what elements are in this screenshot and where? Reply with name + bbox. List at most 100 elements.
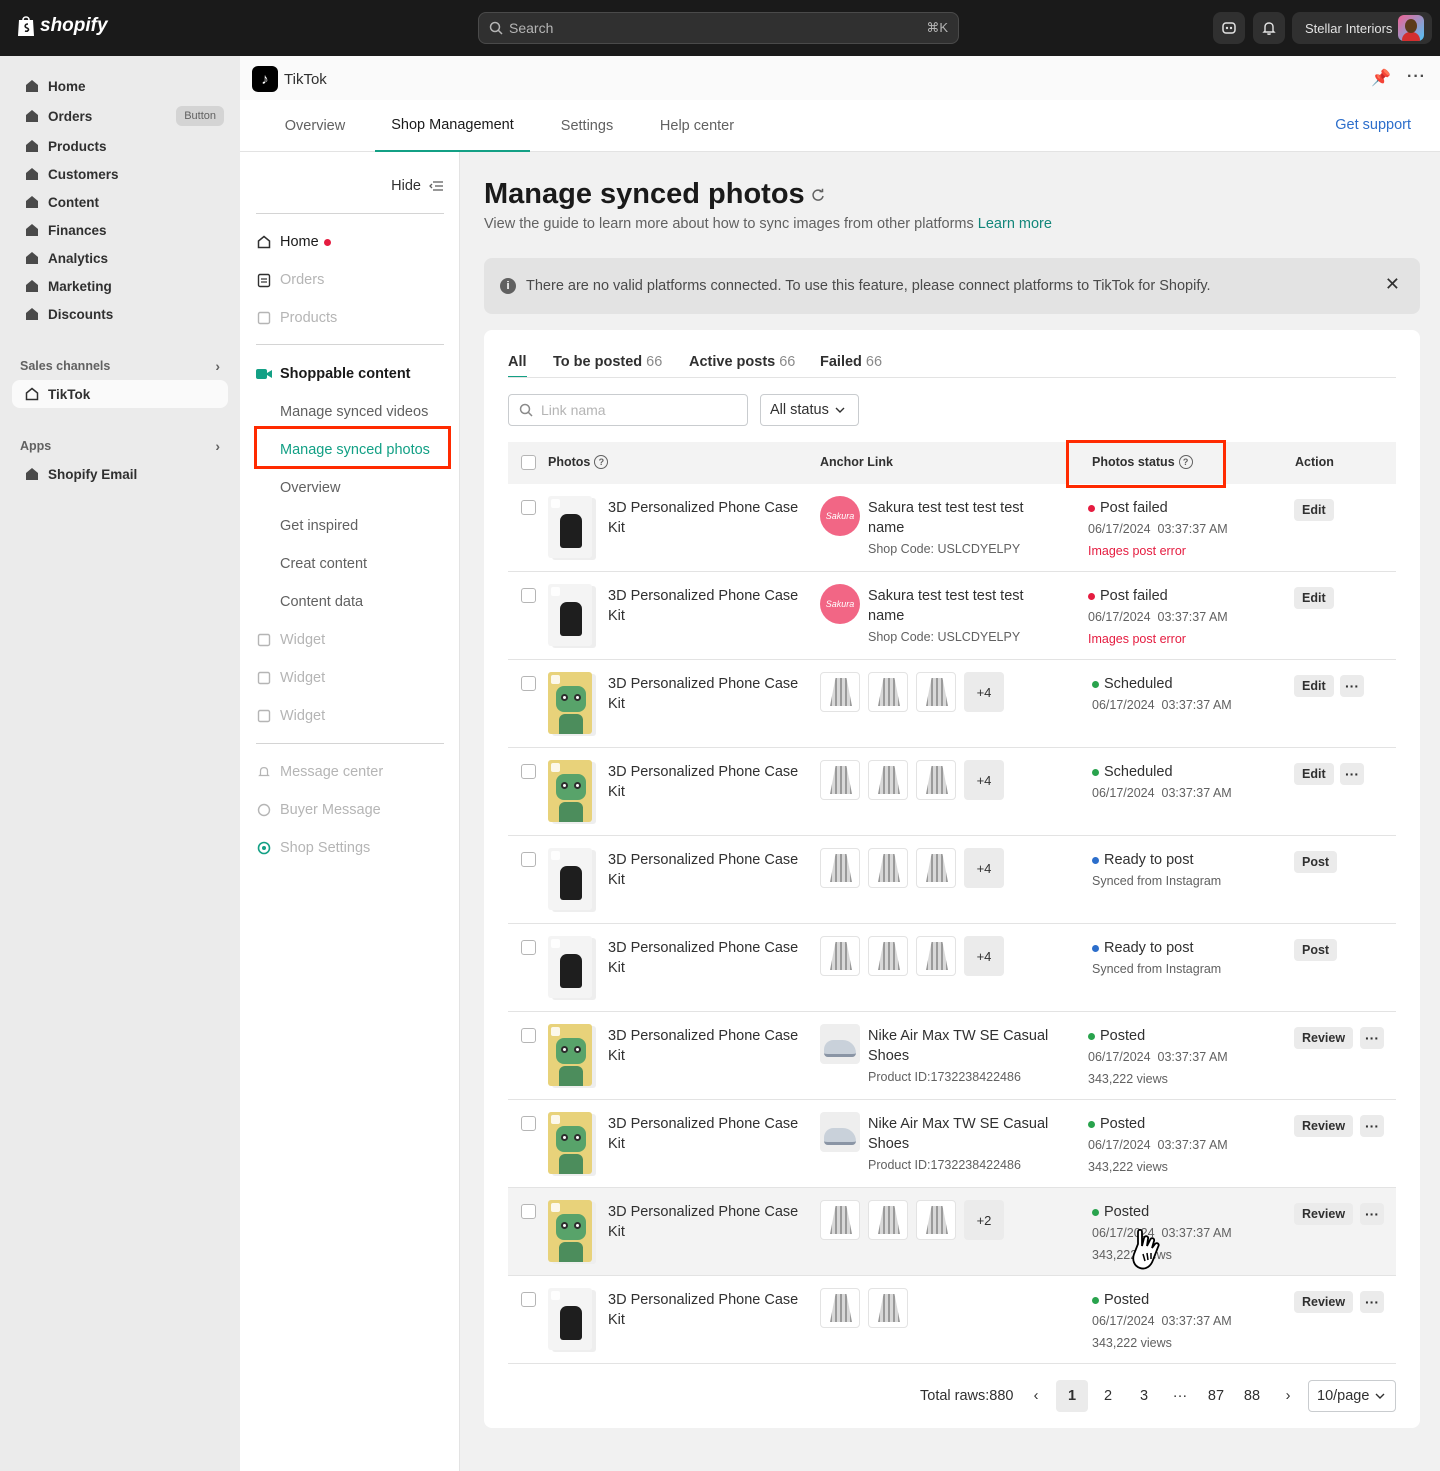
subnav-get-inspired[interactable]: Get inspired: [280, 513, 470, 539]
subnav-orders[interactable]: Orders: [256, 267, 446, 293]
row-checkbox[interactable]: [521, 940, 536, 955]
subnav-buyer-message[interactable]: Buyer Message: [256, 797, 446, 823]
anchor-image[interactable]: [820, 672, 860, 712]
pin-icon[interactable]: 📌: [1371, 68, 1391, 88]
photo-thumbnail[interactable]: [548, 1112, 596, 1176]
get-support-link[interactable]: Get support: [1335, 117, 1411, 133]
more-images-count[interactable]: +4: [964, 848, 1004, 888]
more-actions-icon[interactable]: ···: [1340, 675, 1364, 697]
tab-overview[interactable]: Overview: [269, 100, 361, 152]
anchor-image[interactable]: [916, 672, 956, 712]
thumbnail-checkbox[interactable]: [551, 587, 560, 596]
filter-tab-all[interactable]: All: [508, 354, 527, 378]
anchor-image[interactable]: [916, 848, 956, 888]
sidebar-item-products[interactable]: Products: [12, 132, 228, 160]
post-button[interactable]: Post: [1294, 939, 1338, 961]
edit-button[interactable]: Edit: [1294, 763, 1334, 785]
more-images-count[interactable]: +4: [964, 936, 1004, 976]
table-row[interactable]: 3D Personalized Phone Case Kit Posted 06/1…: [508, 1276, 1396, 1364]
filter-tab-to-be-posted[interactable]: To be posted 66: [553, 354, 662, 370]
tab-settings[interactable]: Settings: [544, 100, 630, 152]
page-88[interactable]: 88: [1236, 1380, 1268, 1412]
close-icon[interactable]: ✕: [1385, 274, 1400, 295]
anchor-image[interactable]: [916, 936, 956, 976]
more-images-count[interactable]: +4: [964, 672, 1004, 712]
more-horizontal-icon[interactable]: ···: [1407, 68, 1426, 88]
subnav-widget[interactable]: Widget: [256, 703, 446, 729]
anchor-image[interactable]: [820, 936, 860, 976]
subnav-shop-settings[interactable]: Shop Settings: [256, 835, 446, 861]
thumbnail-checkbox[interactable]: [551, 675, 560, 684]
thumbnail-checkbox[interactable]: [551, 1027, 560, 1036]
table-row[interactable]: 3D Personalized Phone Case Kit +4 Ready to…: [508, 924, 1396, 1012]
subnav-create-content[interactable]: Creat content: [280, 551, 470, 577]
post-button[interactable]: Post: [1294, 851, 1338, 873]
edit-button[interactable]: Edit: [1294, 499, 1334, 521]
anchor-image[interactable]: [868, 936, 908, 976]
anchor-image[interactable]: [868, 1288, 908, 1328]
status-select[interactable]: All status: [760, 394, 859, 426]
anchor-name[interactable]: Sakura test test test test name: [868, 498, 1058, 538]
subnav-home[interactable]: Home: [256, 229, 446, 255]
thumbnail-checkbox[interactable]: [551, 1291, 560, 1300]
row-checkbox[interactable]: [521, 676, 536, 691]
subnav-manage-synced-videos[interactable]: Manage synced videos: [280, 399, 470, 425]
more-actions-icon[interactable]: ···: [1340, 763, 1364, 785]
sidebar-item-content[interactable]: Content: [12, 188, 228, 216]
sidebar-item-customers[interactable]: Customers: [12, 160, 228, 188]
anchor-image[interactable]: [868, 760, 908, 800]
review-button[interactable]: Review: [1294, 1291, 1354, 1313]
photo-thumbnail[interactable]: [548, 584, 596, 648]
learn-more-link[interactable]: Learn more: [978, 216, 1052, 232]
more-actions-icon[interactable]: ···: [1360, 1115, 1384, 1137]
subnav-message-center[interactable]: Message center: [256, 759, 446, 785]
more-actions-icon[interactable]: ···: [1360, 1027, 1384, 1049]
anchor-image[interactable]: [820, 760, 860, 800]
orders-badge-button[interactable]: Button: [176, 106, 224, 126]
more-actions-icon[interactable]: ···: [1360, 1291, 1384, 1313]
more-images-count[interactable]: +4: [964, 760, 1004, 800]
thumbnail-checkbox[interactable]: [551, 939, 560, 948]
table-row[interactable]: 3D Personalized Phone Case Kit +4 Schedule…: [508, 748, 1396, 836]
help-icon[interactable]: ?: [594, 455, 609, 469]
anchor-image[interactable]: [820, 1288, 860, 1328]
photo-thumbnail[interactable]: [548, 848, 596, 912]
table-row[interactable]: 3D Personalized Phone Case Kit +4 Ready to…: [508, 836, 1396, 924]
shopify-logo[interactable]: shopify: [16, 14, 108, 38]
sidebar-item-analytics[interactable]: Analytics: [12, 244, 228, 272]
store-menu-button[interactable]: Stellar Interiors: [1292, 12, 1432, 44]
link-search-input[interactable]: Link nama: [508, 394, 748, 426]
edit-button[interactable]: Edit: [1294, 675, 1334, 697]
anchor-name[interactable]: Sakura test test test test name: [868, 586, 1058, 626]
filter-tab-failed[interactable]: Failed 66: [820, 354, 882, 370]
photo-thumbnail[interactable]: [548, 1288, 596, 1352]
row-checkbox[interactable]: [521, 1116, 536, 1131]
per-page-select[interactable]: 10/page: [1308, 1380, 1396, 1412]
more-images-count[interactable]: +2: [964, 1200, 1004, 1240]
sidekick-button[interactable]: [1213, 12, 1245, 44]
anchor-image[interactable]: [868, 672, 908, 712]
photo-thumbnail[interactable]: [548, 1200, 596, 1264]
sidebar-item-discounts[interactable]: Discounts: [12, 300, 228, 328]
anchor-image[interactable]: [868, 1200, 908, 1240]
sidebar-item-finances[interactable]: Finances: [12, 216, 228, 244]
refresh-icon[interactable]: [811, 188, 825, 202]
anchor-image[interactable]: [916, 1200, 956, 1240]
page-ellipsis[interactable]: ···: [1164, 1380, 1196, 1412]
select-all-checkbox[interactable]: [521, 455, 536, 470]
table-row[interactable]: 3D Personalized Phone Case Kit +2 Posted 06…: [508, 1188, 1396, 1276]
more-actions-icon[interactable]: ···: [1360, 1203, 1384, 1225]
sales-channels-header[interactable]: Sales channels ›: [20, 358, 220, 374]
anchor-image[interactable]: [916, 760, 956, 800]
sidebar-item-orders[interactable]: Orders Button: [12, 102, 228, 130]
prev-page-chevron-left-icon[interactable]: ‹: [1020, 1380, 1052, 1412]
subnav-widget[interactable]: Widget: [256, 665, 446, 691]
row-checkbox[interactable]: [521, 764, 536, 779]
row-checkbox[interactable]: [521, 852, 536, 867]
hide-nav-button[interactable]: Hide: [391, 178, 443, 194]
subnav-shoppable-content[interactable]: Shoppable content: [256, 361, 446, 387]
row-checkbox[interactable]: [521, 588, 536, 603]
review-button[interactable]: Review: [1294, 1115, 1354, 1137]
anchor-image[interactable]: [868, 848, 908, 888]
subnav-overview[interactable]: Overview: [280, 475, 470, 501]
